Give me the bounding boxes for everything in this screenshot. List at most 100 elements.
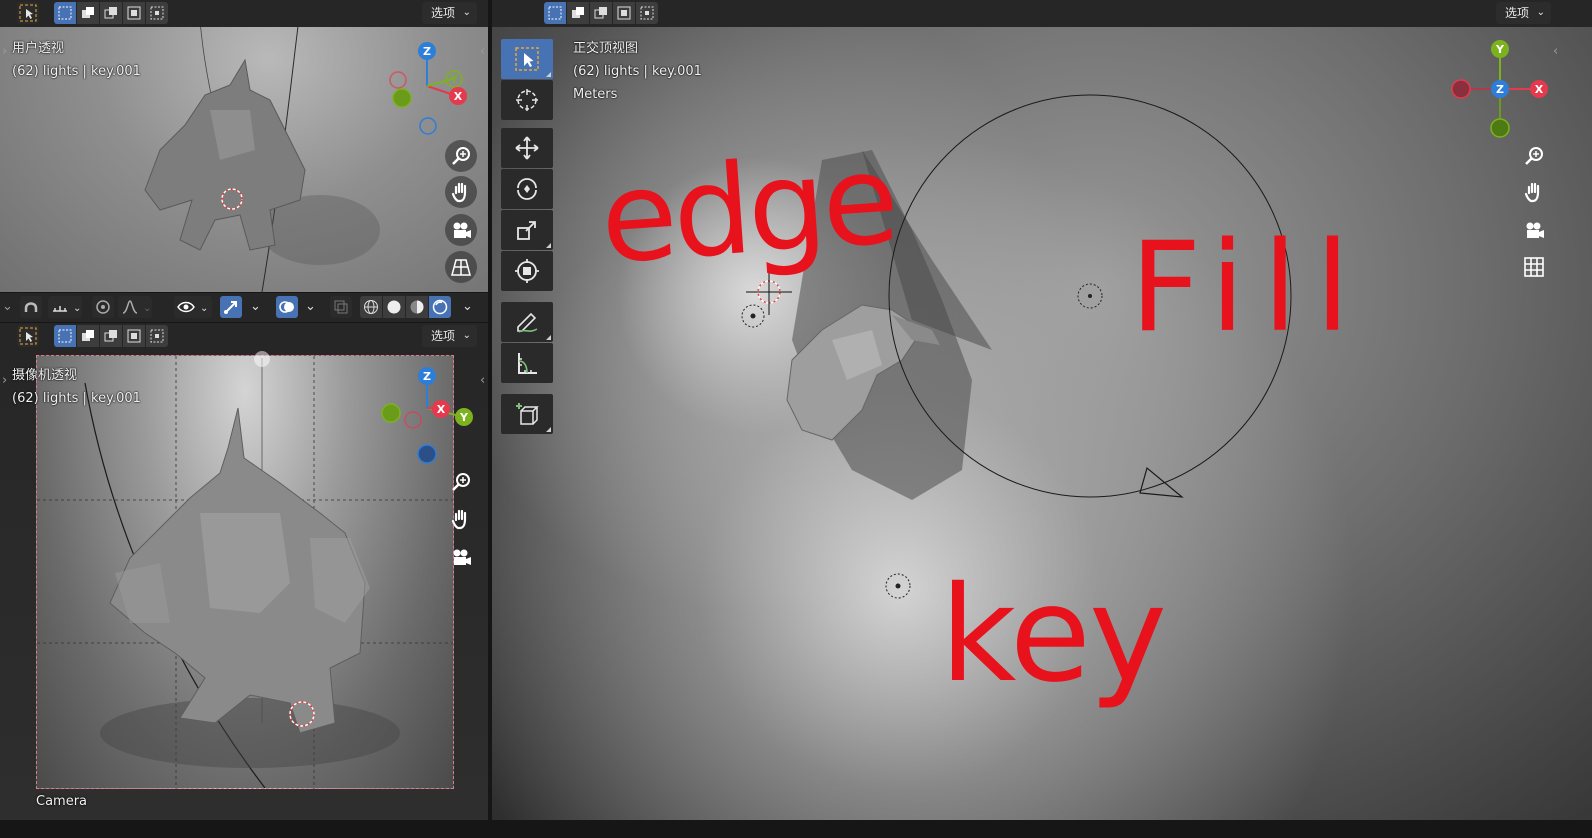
extend-select-icon [572,7,584,18]
options-dropdown[interactable]: 选项 ⌄ [422,325,478,347]
chevron-right-icon[interactable]: › [2,373,7,388]
snap-toggle-button[interactable] [20,296,42,318]
move-tool[interactable] [501,128,553,168]
viewport-camera-perspective[interactable]: 选项 ⌄ 摄像机透视 (62) lights | key.001 ‹ › Z X … [0,323,488,820]
move-icon [515,136,539,160]
mode-invert-button[interactable] [613,2,635,24]
annotate-tool[interactable] [501,302,553,342]
snap-target-button[interactable]: ⌄ [48,296,82,318]
xray-toggle-button[interactable] [330,296,352,318]
invert-select-icon [127,6,141,20]
rotate-icon [517,178,537,200]
measure-tool[interactable] [501,343,553,383]
add-cube-icon [516,403,539,425]
shading-material-button[interactable] [406,296,428,318]
perspective-toggle-button[interactable] [445,251,477,283]
subtract-select-icon [104,330,117,342]
pan-button[interactable] [445,176,477,208]
invert-select-icon [617,6,631,20]
mode-subtract-button[interactable] [590,2,612,24]
shading-mode-group [360,296,452,318]
options-dropdown[interactable]: 选项 ⌄ [1496,2,1552,24]
view-title: 摄像机透视 [12,368,78,383]
mode-new-button[interactable] [54,2,76,24]
select-cursor-icon [515,47,539,71]
mode-intersect-button[interactable] [146,325,168,347]
grid-icon [1524,257,1544,277]
tool-variants-indicator [546,427,551,432]
scale-icon [517,221,536,240]
overlay-toggle-button[interactable] [276,296,298,318]
rendered-sphere-icon [432,299,448,315]
mode-intersect-button[interactable] [636,2,658,24]
camera-view-button[interactable] [445,214,477,246]
select-mode-button[interactable] [17,325,39,347]
navigation-gizmo[interactable]: Z X Y [376,363,486,473]
shading-solid-button[interactable] [383,296,405,318]
selection-mode-group [54,325,169,347]
proportional-edit-button[interactable] [92,296,114,318]
zoom-button[interactable] [1518,140,1550,172]
visibility-button[interactable]: ⌄ [174,296,212,318]
falloff-button[interactable]: ⌄ [118,296,152,318]
view-units: Meters [573,87,618,102]
cursor-tool[interactable] [501,80,553,120]
shading-wireframe-button[interactable] [360,296,382,318]
camera-icon [1526,222,1544,238]
chevron-down-icon[interactable]: ⌄ [305,299,316,314]
mode-extend-button[interactable] [77,2,99,24]
orthographic-toggle-button[interactable] [1518,251,1550,283]
transform-tool[interactable] [501,251,553,291]
mode-subtract-button[interactable] [100,2,122,24]
intersect-select-icon [150,6,164,20]
mode-intersect-button[interactable] [146,2,168,24]
chevron-right-icon[interactable]: › [2,44,7,59]
chevron-down-icon[interactable]: ⌄ [2,299,13,314]
options-label: 选项 [431,6,456,20]
svg-text:⌄: ⌄ [200,303,208,314]
camera-icon [453,222,471,238]
overlay-icon [279,301,294,313]
mode-new-button[interactable] [54,325,76,347]
camera-view-button[interactable] [1518,214,1550,246]
scale-tool[interactable] [501,210,553,250]
box-select-icon [58,329,72,343]
pan-button[interactable] [1518,176,1550,208]
view-subtitle: (62) lights | key.001 [573,64,702,79]
chevron-down-icon[interactable]: ⌄ [250,299,261,314]
gizmo-toggle-button[interactable] [220,296,242,318]
mode-invert-button[interactable] [123,2,145,24]
navigation-gizmo[interactable]: Y X Z [1445,36,1555,146]
viewport-top-orthographic[interactable]: edge Fill key 选项 ⌄ 正交顶视图 (62) lights | k… [492,0,1592,820]
annotation-key: key [940,558,1165,712]
gizmo-x-label: X [1535,83,1544,96]
proportional-edit-icon [96,300,110,314]
falloff-curve-icon: ⌄ [122,300,150,314]
viewport-user-perspective[interactable]: 选项 ⌄ 用户透视 (62) lights | key.001 ‹ › Z Y X [0,0,488,292]
zoom-button[interactable] [445,140,477,172]
select-mode-button[interactable] [17,2,39,24]
shading-rendered-button[interactable] [429,296,451,318]
chevron-down-icon[interactable]: ⌄ [462,299,473,314]
mode-subtract-button[interactable] [100,325,122,347]
rotate-tool[interactable] [501,169,553,209]
mode-extend-button[interactable] [567,2,589,24]
zoom-button[interactable] [445,466,477,498]
select-cursor-icon [19,4,37,22]
pan-button[interactable] [445,503,477,535]
select-box-tool[interactable] [501,39,553,79]
camera-name-label: Camera [36,794,88,809]
mode-invert-button[interactable] [123,325,145,347]
zoom-icon [452,473,470,491]
camera-icon [453,549,471,565]
mode-new-button[interactable] [544,2,566,24]
gizmo-z-label: Z [423,370,431,383]
options-dropdown[interactable]: 选项 ⌄ [422,2,478,24]
status-bar [0,820,1592,838]
annotation-fill: Fill [1130,216,1368,360]
gizmo-z-label: Z [1496,83,1504,96]
mode-extend-button[interactable] [77,325,99,347]
add-cube-tool[interactable] [501,394,553,434]
navigation-gizmo[interactable]: Z Y X [382,36,482,146]
camera-view-button[interactable] [445,541,477,573]
